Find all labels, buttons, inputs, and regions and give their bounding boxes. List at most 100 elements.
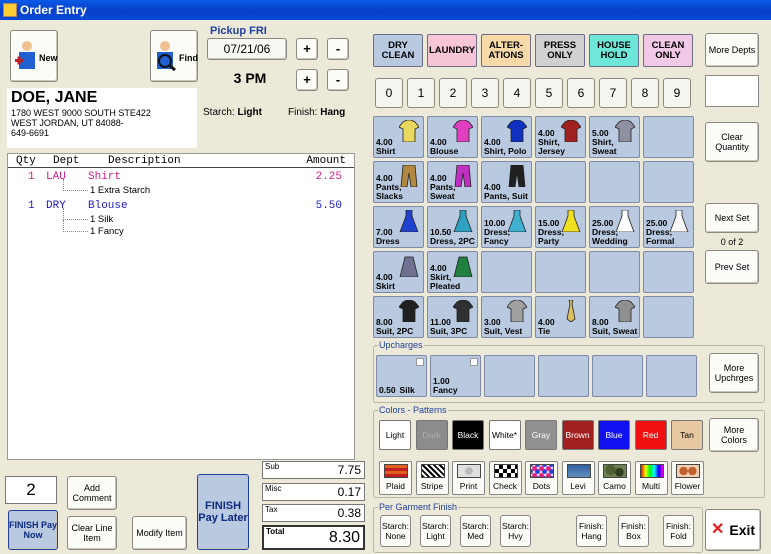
garment-suit-vest[interactable]: 3.00 Suit, Vest: [481, 296, 532, 338]
color-black-button[interactable]: Black: [452, 420, 484, 450]
pattern-multi-button[interactable]: Multi: [634, 461, 668, 495]
garment-dress-formal[interactable]: 25.00 Dress, Formal: [643, 206, 694, 248]
upcharge-empty[interactable]: [646, 355, 697, 397]
garment-dress-wedding[interactable]: 25.00 Dress, Wedding: [589, 206, 640, 248]
number-1-button[interactable]: 1: [407, 78, 435, 108]
garment-empty[interactable]: [589, 251, 640, 293]
finish-fold-button[interactable]: Finish: Fold: [663, 515, 694, 547]
garment-pants-slacks[interactable]: 4.00 Pants, Slacks: [373, 161, 424, 203]
pattern-stripe-button[interactable]: Stripe: [415, 461, 449, 495]
number-8-button[interactable]: 8: [631, 78, 659, 108]
pattern-flower-button[interactable]: Flower: [671, 461, 704, 495]
exit-button[interactable]: ✕ Exit: [705, 509, 761, 551]
color-brown-button[interactable]: Brown: [561, 420, 594, 450]
color-red-button[interactable]: Red: [634, 420, 667, 450]
dept-clean-only[interactable]: CLEAN ONLY: [643, 34, 693, 67]
pattern-dots-button[interactable]: Dots: [525, 461, 558, 495]
number-2-button[interactable]: 2: [439, 78, 467, 108]
garment-empty[interactable]: [535, 251, 586, 293]
number-7-button[interactable]: 7: [599, 78, 627, 108]
dept-house-hold[interactable]: HOUSE HOLD: [589, 34, 639, 67]
more-depts-button[interactable]: More Depts: [705, 33, 759, 67]
garment-shirt-polo[interactable]: 4.00 Shirt, Polo: [481, 116, 532, 158]
date-plus-button[interactable]: +: [296, 38, 318, 60]
color-dark-button[interactable]: Dark: [415, 420, 448, 450]
more-upcharges-button[interactable]: More Upchrges: [709, 353, 759, 393]
number-0-button[interactable]: 0: [375, 78, 403, 108]
garment-dress[interactable]: 7.00 Dress: [373, 206, 424, 248]
garment-empty[interactable]: [535, 161, 586, 203]
pattern-check-button[interactable]: Check: [488, 461, 522, 495]
dept-dry-clean[interactable]: DRY CLEAN: [373, 34, 423, 67]
upcharge-empty[interactable]: [538, 355, 589, 397]
garment-empty[interactable]: [643, 251, 694, 293]
starch-med-button[interactable]: Starch: Med: [460, 515, 491, 547]
garment-shirt[interactable]: 4.00 Shirt: [373, 116, 424, 158]
number-3-button[interactable]: 3: [471, 78, 499, 108]
garment-shirt-sweat[interactable]: 5.00 Shirt, Sweat: [589, 116, 640, 158]
modify-item-button[interactable]: Modify Item: [132, 516, 187, 550]
order-qty: 1: [28, 171, 35, 183]
finish-box-button[interactable]: Finish: Box: [618, 515, 649, 547]
time-plus-button[interactable]: +: [296, 69, 318, 91]
add-comment-button[interactable]: Add Comment: [67, 476, 117, 510]
pickup-label: Pickup FRI: [210, 25, 267, 37]
upcharge-silk[interactable]: 0.50 Silk: [376, 355, 427, 397]
starch-none-button[interactable]: Starch: None: [380, 515, 411, 547]
finish-pay-now-button[interactable]: FINISH Pay Now: [8, 510, 58, 550]
order-line[interactable]: 1 DRY Blouse 5.50: [8, 200, 354, 214]
upcharge-fancy[interactable]: 1.00 Fancy: [430, 355, 481, 397]
date-minus-button[interactable]: -: [327, 38, 349, 60]
number-9-button[interactable]: 9: [663, 78, 691, 108]
new-customer-button[interactable]: New: [10, 30, 58, 82]
number-4-button[interactable]: 4: [503, 78, 531, 108]
garment-pants-sweat[interactable]: 4.00 Pants, Sweat: [427, 161, 478, 203]
pattern-levi-button[interactable]: Levi: [561, 461, 595, 495]
prev-set-button[interactable]: Prev Set: [705, 250, 759, 284]
upcharge-empty[interactable]: [592, 355, 643, 397]
color-white-button[interactable]: White*: [488, 420, 521, 450]
garment-empty[interactable]: [481, 251, 532, 293]
next-set-button[interactable]: Next Set: [705, 203, 759, 233]
color-gray-button[interactable]: Gray: [525, 420, 557, 450]
garment-dress-2pc[interactable]: 10.50 Dress, 2PC: [427, 206, 478, 248]
garment-empty[interactable]: [643, 161, 694, 203]
clear-quantity-button[interactable]: Clear Quantity: [705, 122, 759, 162]
garment-empty[interactable]: [589, 161, 640, 203]
find-customer-button[interactable]: Find: [150, 30, 198, 82]
pickup-date[interactable]: 07/21/06: [207, 38, 287, 60]
dept-alter-ations[interactable]: ALTER-ATIONS: [481, 34, 531, 67]
number-6-button[interactable]: 6: [567, 78, 595, 108]
garment-skirt-pleated[interactable]: 4.00 Skirt, Pleated: [427, 251, 478, 293]
garment-shirt-jersey[interactable]: 4.00 Shirt, Jersey: [535, 116, 586, 158]
dept-press-only[interactable]: PRESS ONLY: [535, 34, 585, 67]
time-minus-button[interactable]: -: [327, 69, 349, 91]
pattern-print-button[interactable]: Print: [452, 461, 485, 495]
garment-suit-3pc[interactable]: 11.00 Suit, 3PC: [427, 296, 478, 338]
more-colors-button[interactable]: More Colors: [709, 418, 759, 452]
starch-light-button[interactable]: Starch: Light: [420, 515, 451, 547]
garment-empty[interactable]: [643, 296, 694, 338]
color-tan-button[interactable]: Tan: [671, 420, 703, 450]
garment-tie[interactable]: 4.00 Tie: [535, 296, 586, 338]
clear-line-item-button[interactable]: Clear Line Item: [67, 516, 117, 550]
dept-laundry[interactable]: LAUNDRY: [427, 34, 477, 67]
garment-pants-suit[interactable]: 4.00 Pants, Suit: [481, 161, 532, 203]
garment-blouse[interactable]: 4.00 Blouse: [427, 116, 478, 158]
order-line[interactable]: 1 LAU Shirt 2.25: [8, 171, 354, 185]
upcharge-empty[interactable]: [484, 355, 535, 397]
starch-hvy-button[interactable]: Starch: Hvy: [500, 515, 531, 547]
garment-suit-2pc[interactable]: 8.00 Suit, 2PC: [373, 296, 424, 338]
color-light-button[interactable]: Light: [379, 420, 411, 450]
garment-skirt[interactable]: 4.00 Skirt: [373, 251, 424, 293]
garment-dress-party[interactable]: 15.00 Dress, Party: [535, 206, 586, 248]
color-blue-button[interactable]: Blue: [598, 420, 630, 450]
garment-suit-sweat[interactable]: 8.00 Suit, Sweat: [589, 296, 640, 338]
garment-empty[interactable]: [643, 116, 694, 158]
garment-dress-fancy[interactable]: 10.00 Dress, Fancy: [481, 206, 532, 248]
finish-hang-button[interactable]: Finish: Hang: [576, 515, 607, 547]
pattern-plaid-button[interactable]: Plaid: [379, 461, 412, 495]
finish-pay-later-button[interactable]: FINISH Pay Later: [197, 474, 249, 550]
number-5-button[interactable]: 5: [535, 78, 563, 108]
pattern-camo-button[interactable]: Camo: [598, 461, 631, 495]
